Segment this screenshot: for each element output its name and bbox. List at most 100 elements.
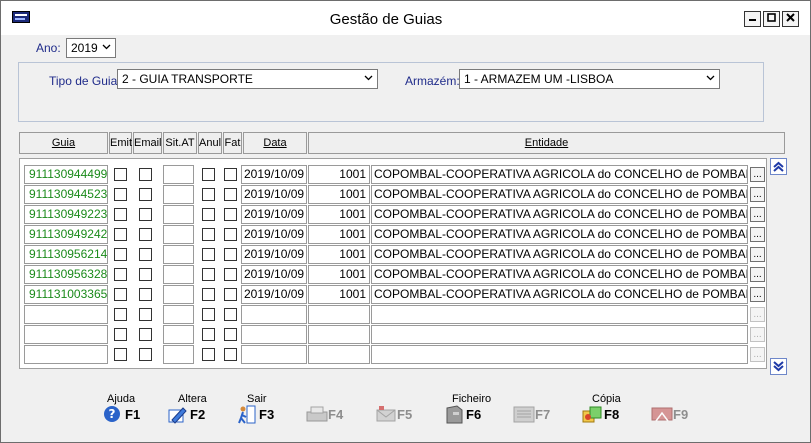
anul-checkbox[interactable] [202,248,215,261]
data-cell[interactable] [241,305,307,324]
emit-checkbox[interactable] [114,188,127,201]
guia-cell[interactable]: 9111309492232 [24,205,108,224]
function-key-f1[interactable]: Ajuda? F1 [101,389,163,429]
codigo-cell[interactable]: 1001 [308,165,370,184]
data-cell[interactable]: 2019/10/09 [241,285,307,304]
row-lookup-button[interactable]: ... [750,287,765,302]
sitat-cell[interactable] [163,185,194,204]
sitat-cell[interactable] [163,305,194,324]
column-header-entidade[interactable]: Entidade [308,132,785,154]
sitat-cell[interactable] [163,345,194,364]
data-cell[interactable] [241,345,307,364]
sitat-cell[interactable] [163,165,194,184]
fat-checkbox[interactable] [224,288,237,301]
anul-checkbox[interactable] [202,268,215,281]
table-row[interactable]: 9111309445237 2019/10/09 1001 COPOMBAL-COOP… [19,185,767,205]
function-key-f6[interactable]: Ficheiro F6 [442,389,504,429]
table-row[interactable]: ... [19,305,767,325]
function-key-f7[interactable]: F7 [511,389,573,429]
column-header-sitat[interactable]: Sit.AT [163,132,197,154]
fat-checkbox[interactable] [224,208,237,221]
anul-checkbox[interactable] [202,208,215,221]
email-checkbox[interactable] [139,308,152,321]
tipo-guia-select[interactable]: 2 - GUIA TRANSPORTE [117,69,378,89]
anul-checkbox[interactable] [202,308,215,321]
codigo-cell[interactable]: 1001 [308,245,370,264]
codigo-cell[interactable]: 1001 [308,285,370,304]
guia-cell[interactable] [24,345,108,364]
fat-checkbox[interactable] [224,228,237,241]
fat-checkbox[interactable] [224,188,237,201]
guia-cell[interactable]: 9111309444996 [24,165,108,184]
emit-checkbox[interactable] [114,268,127,281]
entidade-cell[interactable]: COPOMBAL-COOPERATIVA AGRICOLA do CONCELH… [371,185,748,204]
fat-checkbox[interactable] [224,328,237,341]
entidade-cell[interactable]: COPOMBAL-COOPERATIVA AGRICOLA do CONCELH… [371,205,748,224]
codigo-cell[interactable]: 1001 [308,225,370,244]
sitat-cell[interactable] [163,265,194,284]
email-checkbox[interactable] [139,188,152,201]
sitat-cell[interactable] [163,225,194,244]
email-checkbox[interactable] [139,228,152,241]
table-row[interactable]: 9111310033650 2019/10/09 1001 COPOMBAL-COOP… [19,285,767,305]
table-row[interactable]: 9111309444996 2019/10/09 1001 COPOMBAL-COOP… [19,165,767,185]
entidade-cell[interactable]: COPOMBAL-COOPERATIVA AGRICOLA do CONCELH… [371,225,748,244]
table-row[interactable]: ... [19,345,767,365]
email-checkbox[interactable] [139,168,152,181]
guia-cell[interactable]: 9111309563287 [24,265,108,284]
emit-checkbox[interactable] [114,228,127,241]
anul-checkbox[interactable] [202,288,215,301]
column-header-anul[interactable]: Anul [198,132,222,154]
email-checkbox[interactable] [139,268,152,281]
row-lookup-button[interactable]: ... [750,207,765,222]
column-header-emit[interactable]: Emit [109,132,132,154]
guia-cell[interactable] [24,305,108,324]
anul-checkbox[interactable] [202,168,215,181]
emit-checkbox[interactable] [114,168,127,181]
codigo-cell[interactable] [308,345,370,364]
codigo-cell[interactable]: 1001 [308,265,370,284]
email-checkbox[interactable] [139,348,152,361]
anul-checkbox[interactable] [202,228,215,241]
close-button[interactable] [782,11,799,27]
email-checkbox[interactable] [139,208,152,221]
maximize-button[interactable] [763,11,780,27]
sitat-cell[interactable] [163,245,194,264]
row-lookup-button[interactable]: ... [750,167,765,182]
column-header-email[interactable]: Email [133,132,162,154]
row-lookup-button[interactable]: ... [750,227,765,242]
data-cell[interactable]: 2019/10/09 [241,245,307,264]
function-key-f4[interactable]: F4 [304,389,366,429]
sitat-cell[interactable] [163,285,194,304]
data-cell[interactable]: 2019/10/09 [241,225,307,244]
column-header-data[interactable]: Data [243,132,307,154]
fat-checkbox[interactable] [224,348,237,361]
codigo-cell[interactable] [308,325,370,344]
entidade-cell[interactable] [371,345,748,364]
entidade-cell[interactable]: COPOMBAL-COOPERATIVA AGRICOLA do CONCELH… [371,165,748,184]
column-header-guia[interactable]: Guia [19,132,108,154]
scroll-down-button[interactable] [770,358,787,375]
table-row[interactable]: 9111309562145 2019/10/09 1001 COPOMBAL-COOP… [19,245,767,265]
codigo-cell[interactable]: 1001 [308,205,370,224]
emit-checkbox[interactable] [114,348,127,361]
entidade-cell[interactable] [371,325,748,344]
entidade-cell[interactable]: COPOMBAL-COOPERATIVA AGRICOLA do CONCELH… [371,265,748,284]
armazem-select[interactable]: 1 - ARMAZEM UM -LISBOA [459,69,720,89]
emit-checkbox[interactable] [114,248,127,261]
emit-checkbox[interactable] [114,308,127,321]
row-lookup-button[interactable]: ... [750,327,765,342]
function-key-f3[interactable]: Sair F3 [235,389,297,429]
sitat-cell[interactable] [163,205,194,224]
row-lookup-button[interactable]: ... [750,187,765,202]
sitat-cell[interactable] [163,325,194,344]
guia-cell[interactable]: 9111309445237 [24,185,108,204]
minimize-button[interactable] [744,11,761,27]
function-key-f2[interactable]: Altera F2 [166,389,228,429]
email-checkbox[interactable] [139,288,152,301]
emit-checkbox[interactable] [114,288,127,301]
table-row[interactable]: 9111309492429 2019/10/09 1001 COPOMBAL-COOP… [19,225,767,245]
anul-checkbox[interactable] [202,188,215,201]
anul-checkbox[interactable] [202,348,215,361]
fat-checkbox[interactable] [224,168,237,181]
